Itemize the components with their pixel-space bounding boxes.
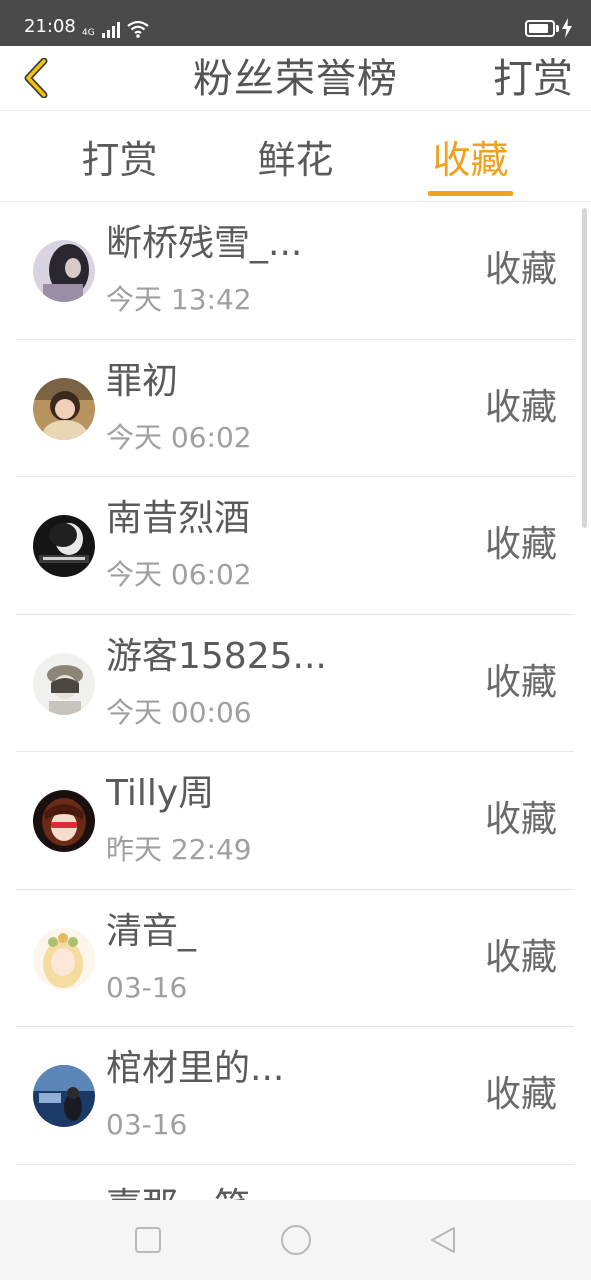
fan-name: 清音_ — [106, 910, 197, 952]
list-item[interactable]: 棺材里的... 03-16 收藏 — [0, 1027, 591, 1165]
list-item[interactable]: 断桥残雪_... 今天 13:42 收藏 — [0, 202, 591, 340]
circle-icon[interactable] — [276, 1220, 316, 1260]
list-item[interactable]: 清音_ 03-16 收藏 — [0, 890, 591, 1027]
fan-name: 南昔烈酒 — [106, 498, 251, 539]
wifi-icon — [127, 20, 149, 38]
list-item[interactable]: 南昔烈酒 今天 06:02 收藏 — [0, 477, 591, 615]
fan-action: 收藏 — [484, 524, 557, 565]
fan-name: 嘉那一笑 — [106, 1183, 250, 1201]
tab-bar: 打赏 鲜花 收藏 — [0, 111, 591, 202]
fan-name: 罪初 — [106, 360, 179, 402]
fan-action: 收藏 — [484, 249, 557, 290]
status-time: 21:08 — [24, 16, 76, 37]
battery-icon — [525, 20, 555, 37]
fan-time: 03-16 — [106, 1108, 188, 1141]
battery-level — [529, 24, 548, 33]
status-icons: 4G — [82, 18, 150, 38]
tab-favorites[interactable]: 收藏 — [383, 111, 558, 201]
charging-icon — [562, 18, 572, 38]
fan-name: 棺材里的... — [106, 1048, 285, 1089]
avatar — [33, 927, 95, 990]
fan-time: 今天 00:06 — [106, 695, 252, 729]
avatar — [33, 377, 95, 440]
avatar — [33, 652, 95, 715]
fans-list[interactable]: 断桥残雪_... 今天 13:42 收藏 罪初 今天 06:02 收藏 南昔烈酒… — [0, 202, 591, 1200]
fan-action: 收藏 — [484, 799, 557, 840]
fan-action: 收藏 — [484, 386, 557, 428]
list-item[interactable]: 嘉那一笑 — [0, 1165, 591, 1201]
list-item[interactable]: 罪初 今天 06:02 收藏 — [0, 340, 591, 477]
avatar — [33, 1065, 95, 1127]
fan-name: Tilly周 — [106, 773, 215, 814]
tab-flowers[interactable]: 鲜花 — [208, 111, 383, 201]
list-item[interactable]: Tilly周 昨天 22:49 收藏 — [0, 752, 591, 890]
avatar — [33, 240, 95, 302]
reward-button[interactable]: 打赏 — [493, 58, 573, 100]
scrollbar[interactable] — [582, 208, 587, 528]
network-type-label: 4G — [82, 28, 95, 38]
fan-time: 今天 06:02 — [106, 420, 252, 454]
fan-action: 收藏 — [484, 936, 557, 978]
battery-cap — [556, 25, 559, 32]
fan-action: 收藏 — [484, 661, 557, 703]
status-bar: 21:08 4G — [0, 0, 591, 46]
fan-name: 游客15825... — [106, 635, 327, 677]
tab-reward[interactable]: 打赏 — [32, 111, 207, 201]
fan-action: 收藏 — [484, 1074, 557, 1115]
system-nav-bar — [0, 1200, 591, 1280]
avatar — [33, 515, 95, 577]
active-tab-indicator — [428, 191, 513, 196]
fan-time: 今天 13:42 — [106, 283, 252, 316]
fan-time: 今天 06:02 — [106, 558, 252, 591]
fan-name: 断桥残雪_... — [106, 223, 303, 264]
app-header: 粉丝荣誉榜 打赏 — [0, 46, 591, 111]
signal-icon — [101, 22, 120, 38]
avatar — [33, 790, 95, 852]
square-icon[interactable] — [128, 1220, 168, 1260]
fan-time: 昨天 22:49 — [106, 833, 252, 866]
fan-time: 03-16 — [106, 970, 188, 1004]
list-item[interactable]: 游客15825... 今天 00:06 收藏 — [0, 615, 591, 752]
triangle-back-icon[interactable] — [424, 1220, 464, 1260]
